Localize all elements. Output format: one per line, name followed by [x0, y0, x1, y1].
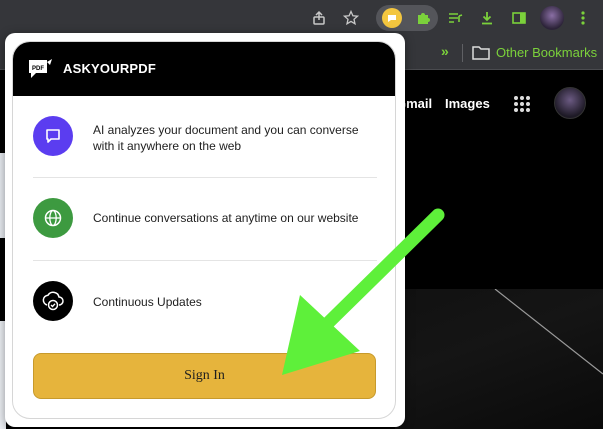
folder-icon [472, 45, 490, 65]
images-link[interactable]: Images [445, 96, 490, 111]
download-icon[interactable] [475, 6, 499, 30]
askyourpdf-logo-icon: PDF [27, 58, 53, 80]
more-menu-icon[interactable] [571, 6, 595, 30]
google-account-avatar[interactable] [554, 87, 586, 119]
side-panel-icon[interactable] [507, 6, 531, 30]
bookmarks-separator [462, 44, 463, 62]
askyourpdf-extension-icon[interactable] [382, 8, 402, 28]
brand-title: ASKYOURPDF [63, 61, 157, 76]
cloud-check-icon [33, 281, 73, 321]
annotation-arrow [260, 205, 460, 385]
svg-text:PDF: PDF [32, 66, 44, 72]
bookmarks-overflow-chevron-icon[interactable]: » [441, 43, 449, 59]
apps-grid-icon[interactable] [514, 96, 530, 112]
other-bookmarks-link[interactable]: Other Bookmarks [496, 45, 597, 60]
globe-icon [33, 198, 73, 238]
share-icon[interactable] [307, 6, 331, 30]
browser-toolbar [0, 0, 603, 36]
feature-item: AI analyzes your document and you can co… [33, 116, 377, 176]
feature-text: AI analyzes your document and you can co… [93, 123, 359, 153]
chat-icon [33, 116, 73, 156]
popup-header: PDF ASKYOURPDF [13, 42, 395, 96]
profile-avatar[interactable] [540, 6, 564, 30]
bookmark-star-icon[interactable] [339, 6, 363, 30]
divider [33, 177, 377, 178]
puzzle-extensions-icon[interactable] [411, 6, 435, 30]
media-queue-icon[interactable] [443, 6, 467, 30]
